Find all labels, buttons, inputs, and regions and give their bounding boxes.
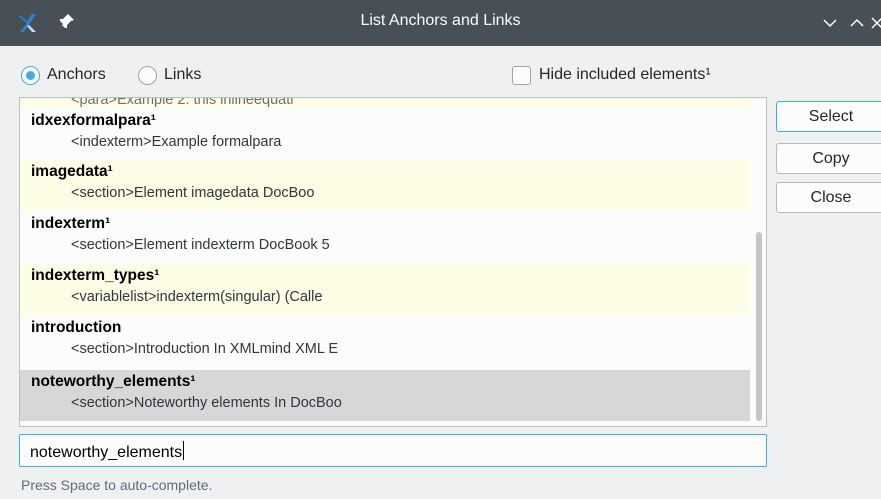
list-item-selected[interactable]: noteworthy_elements¹ <section>Noteworthy… [20, 370, 750, 421]
hide-included-checkbox[interactable]: Hide included elements¹ [512, 64, 711, 86]
checkbox-icon[interactable] [512, 65, 531, 85]
list-item-snippet: <section>Element imagedata DocBoo [71, 185, 315, 201]
maximize-icon[interactable] [847, 13, 867, 33]
list-item-snippet: <section>Noteworthy elements In DocBoo [71, 395, 342, 411]
links-radio[interactable]: Links [138, 64, 201, 86]
list-item-snippet: <variablelist>indexterm(singular) (Calle [71, 289, 323, 305]
list-item-name: idxexformalpara¹ [31, 112, 156, 129]
title-bar: List Anchors and Links [0, 0, 881, 46]
list-scrollbar[interactable] [756, 232, 762, 421]
list-item-snippet: <section>Element indexterm DocBook 5 [71, 237, 330, 253]
text-caret [183, 441, 185, 460]
list-item[interactable]: indexterm¹ <section>Element indexterm Do… [20, 212, 750, 263]
close-button[interactable]: Close [776, 182, 881, 213]
input-text: noteworthy_elements [30, 444, 183, 461]
anchors-radio[interactable]: Anchors [21, 64, 106, 86]
radio-checked-icon[interactable] [21, 65, 40, 85]
list-item[interactable]: <para>Example 2. this inlineequati [20, 97, 750, 108]
autocomplete-hint: Press Space to auto-complete. [21, 477, 213, 493]
close-window-icon[interactable] [868, 13, 881, 33]
copy-button[interactable]: Copy [776, 143, 881, 174]
select-button[interactable]: Select [776, 101, 881, 132]
list-item[interactable]: idxexformalpara¹ <indexterm>Example form… [20, 109, 750, 160]
list-item-snippet: <indexterm>Example formalpara [71, 134, 282, 150]
anchor-name-input[interactable]: noteworthy_elements [19, 434, 767, 467]
list-item-snippet: <para>Example 2. this inlineequati [71, 97, 294, 108]
list-item[interactable]: introduction <section>Introduction In XM… [20, 316, 750, 367]
list-item[interactable]: imagedata¹ <section>Element imagedata Do… [20, 160, 750, 211]
radio-unchecked-icon[interactable] [138, 65, 157, 85]
list-item[interactable]: indexterm_types¹ <variablelist>indexterm… [20, 264, 750, 315]
anchors-radio-label: Anchors [47, 66, 106, 83]
window-title: List Anchors and Links [360, 12, 521, 29]
list-item-name: introduction [31, 319, 122, 336]
list-item-name: indexterm¹ [31, 215, 111, 232]
minimize-icon[interactable] [820, 13, 840, 33]
list-item-name: indexterm_types¹ [31, 267, 160, 284]
list-item-snippet: <section>Introduction In XMLmind XML E [71, 341, 339, 357]
list-item-name: noteworthy_elements¹ [31, 373, 196, 390]
list-item-name: imagedata¹ [31, 163, 113, 180]
anchors-list[interactable]: <para>Example 2. this inlineequati idxex… [19, 97, 767, 427]
hide-included-label: Hide included elements¹ [539, 66, 711, 83]
links-radio-label: Links [164, 66, 202, 83]
anchor-name-value: noteworthy_elements [30, 441, 185, 462]
